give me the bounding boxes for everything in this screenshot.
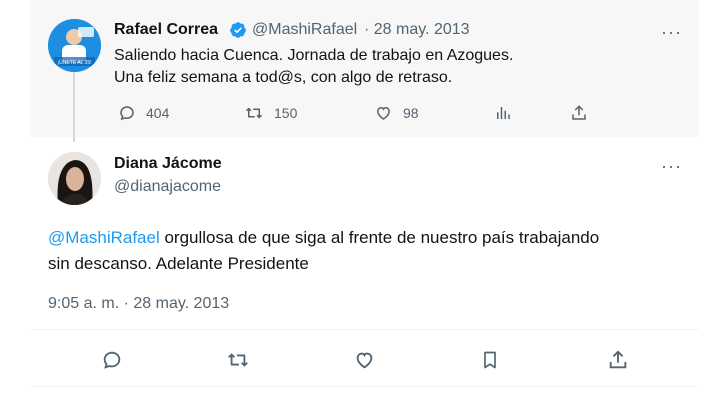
analytics-icon bbox=[497, 107, 510, 119]
parent-more-options-icon[interactable]: ··· bbox=[661, 23, 682, 41]
share-icon bbox=[609, 350, 627, 369]
parent-tweet-date[interactable]: · 28 may. 2013 bbox=[364, 21, 470, 39]
reply-more-options-icon[interactable]: ··· bbox=[661, 157, 682, 175]
parent-author-handle[interactable]: @MashiRafael bbox=[252, 21, 357, 39]
verified-badge-icon bbox=[229, 21, 247, 39]
heart-icon bbox=[377, 106, 390, 120]
parent-share-button[interactable] bbox=[570, 104, 588, 122]
parent-tweet-line-2: Una feliz semana a tod@s, con algo de re… bbox=[114, 69, 453, 86]
reply-like-button[interactable] bbox=[353, 349, 376, 371]
reply-retweet-button[interactable] bbox=[226, 349, 250, 371]
parent-tweet-line-1: Saliendo hacia Cuenca. Jornada de trabaj… bbox=[114, 47, 514, 64]
reply-share-button[interactable] bbox=[607, 349, 629, 371]
reply-tweet-line-1: @MashiRafael orgullosa de que siga al fr… bbox=[48, 226, 599, 250]
thread-connector-line bbox=[73, 72, 75, 142]
heart-icon bbox=[356, 352, 373, 369]
parent-author-name[interactable]: Rafael Correa bbox=[114, 21, 218, 39]
parent-like-button[interactable]: 98 bbox=[374, 104, 419, 122]
mention-link[interactable]: @MashiRafael bbox=[48, 228, 160, 247]
actions-top-divider bbox=[30, 329, 699, 330]
reply-timestamp[interactable]: 9:05 a. m. · 28 may. 2013 bbox=[48, 295, 229, 313]
bookmark-icon bbox=[484, 351, 496, 369]
retweet-icon bbox=[228, 353, 248, 367]
parent-like-count: 98 bbox=[403, 105, 419, 121]
parent-reply-count: 404 bbox=[146, 105, 170, 121]
reply-bookmark-button[interactable] bbox=[480, 349, 500, 371]
reply-icon bbox=[120, 106, 134, 121]
parent-reply-button[interactable]: 404 bbox=[118, 104, 169, 122]
parent-retweet-button[interactable]: 150 bbox=[244, 104, 297, 122]
parent-retweet-count: 150 bbox=[274, 105, 298, 121]
avatar-badge-text: ¡ÚNETE AL 35! bbox=[58, 59, 92, 66]
reply-tweet-line-2: sin descanso. Adelante Presidente bbox=[48, 254, 309, 273]
parent-views-button[interactable] bbox=[494, 104, 512, 122]
reply-author-handle[interactable]: @dianajacome bbox=[114, 178, 221, 196]
actions-bottom-divider bbox=[30, 386, 699, 387]
reply-text-rest: orgullosa de que siga al frente de nuest… bbox=[159, 228, 600, 247]
diana-jacome-avatar[interactable] bbox=[48, 152, 101, 205]
reply-author-name[interactable]: Diana Jácome bbox=[114, 155, 222, 173]
reply-reply-button[interactable] bbox=[101, 349, 123, 371]
rafael-correa-avatar[interactable]: ¡ÚNETE AL 35! bbox=[48, 19, 101, 72]
share-icon bbox=[572, 105, 586, 120]
reply-icon bbox=[103, 351, 121, 369]
retweet-icon bbox=[245, 107, 263, 119]
